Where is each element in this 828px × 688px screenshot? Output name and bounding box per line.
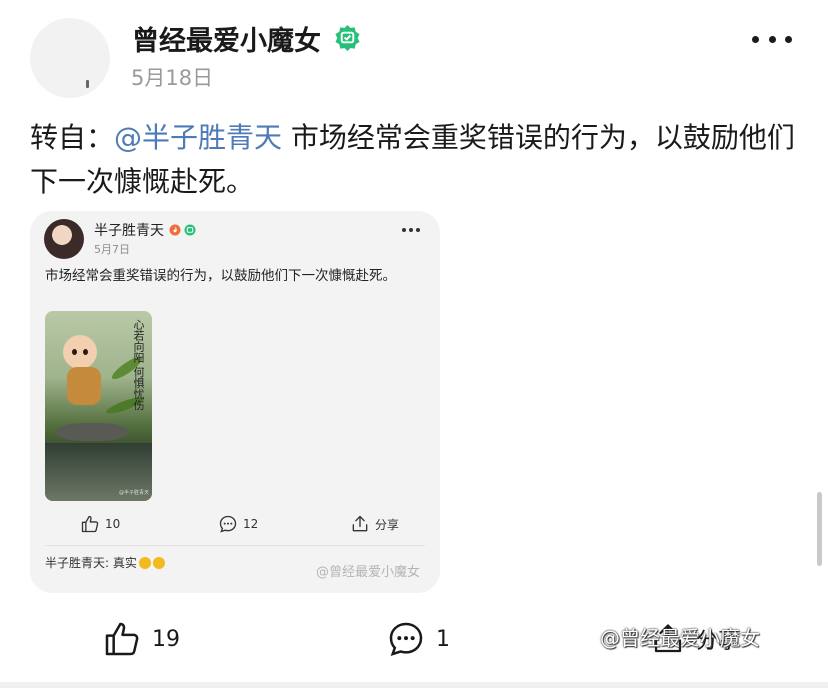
image-calligraphy: 心若向阳 何惧忧伤: [132, 319, 145, 411]
emoji-icon: [152, 557, 165, 569]
post-date: 5月18日: [131, 66, 214, 90]
verified-icon: [335, 24, 360, 51]
embedded-date: 5月7日: [94, 243, 130, 256]
embedded-comment-count: 12: [243, 517, 259, 531]
post-text: 转自：@半子胜青天 市场经常会重奖错误的行为，以鼓励他们下一次慷慨赴死。: [30, 116, 800, 204]
embedded-like-count: 10: [105, 517, 121, 531]
bottom-divider: [0, 682, 828, 688]
avatar-badge: [86, 80, 89, 88]
like-button[interactable]: 19: [102, 618, 180, 660]
share-icon: [352, 515, 368, 532]
comment-count: 1: [436, 626, 450, 652]
embedded-like-button[interactable]: 10: [80, 511, 120, 537]
scrollbar[interactable]: [817, 492, 822, 566]
like-icon: [81, 515, 99, 533]
emoji-icon: [138, 557, 151, 569]
embedded-more-icon[interactable]: [402, 227, 420, 233]
embedded-text: 市场经常会重奖错误的行为，以鼓励他们下一次慷慨赴死。: [45, 268, 396, 284]
embedded-author-name[interactable]: 半子胜青天: [94, 220, 164, 240]
embedded-share-label: 分享: [375, 517, 400, 532]
divider: [45, 545, 425, 546]
embedded-image[interactable]: 心若向阳 何惧忧伤 @半子胜青天: [45, 311, 152, 501]
more-icon[interactable]: [752, 28, 792, 50]
comment-icon: [219, 515, 237, 533]
embedded-avatar[interactable]: [44, 219, 84, 259]
verified-icon: [184, 224, 196, 236]
mention-link[interactable]: @半子胜青天: [114, 121, 282, 154]
embedded-comment-button[interactable]: 12: [218, 511, 258, 537]
embedded-watermark: @曾经最爱小魔女: [316, 565, 421, 580]
like-icon: [105, 622, 139, 656]
comment-author[interactable]: 半子胜青天: [45, 556, 105, 570]
embedded-post-card[interactable]: 半子胜青天 5月7日 市场经常会重奖错误的行为，以鼓励他们下一次慷慨赴死。 心若…: [30, 211, 440, 593]
embedded-comment: 半子胜青天: 真实: [45, 554, 165, 571]
watermark: @曾经最爱小魔女: [600, 626, 760, 650]
avatar[interactable]: [30, 18, 110, 98]
like-count: 19: [152, 626, 180, 652]
fire-badge-icon: [169, 224, 181, 236]
author-name[interactable]: 曾经最爱小魔女: [132, 19, 321, 58]
comment-icon: [389, 622, 423, 656]
embedded-share-button[interactable]: 分享: [350, 511, 399, 537]
comment-button[interactable]: 1: [386, 618, 450, 660]
comment-text: 真实: [112, 556, 137, 570]
image-watermark: @半子胜青天: [119, 490, 150, 496]
post-text-prefix: 转自：: [30, 121, 115, 154]
